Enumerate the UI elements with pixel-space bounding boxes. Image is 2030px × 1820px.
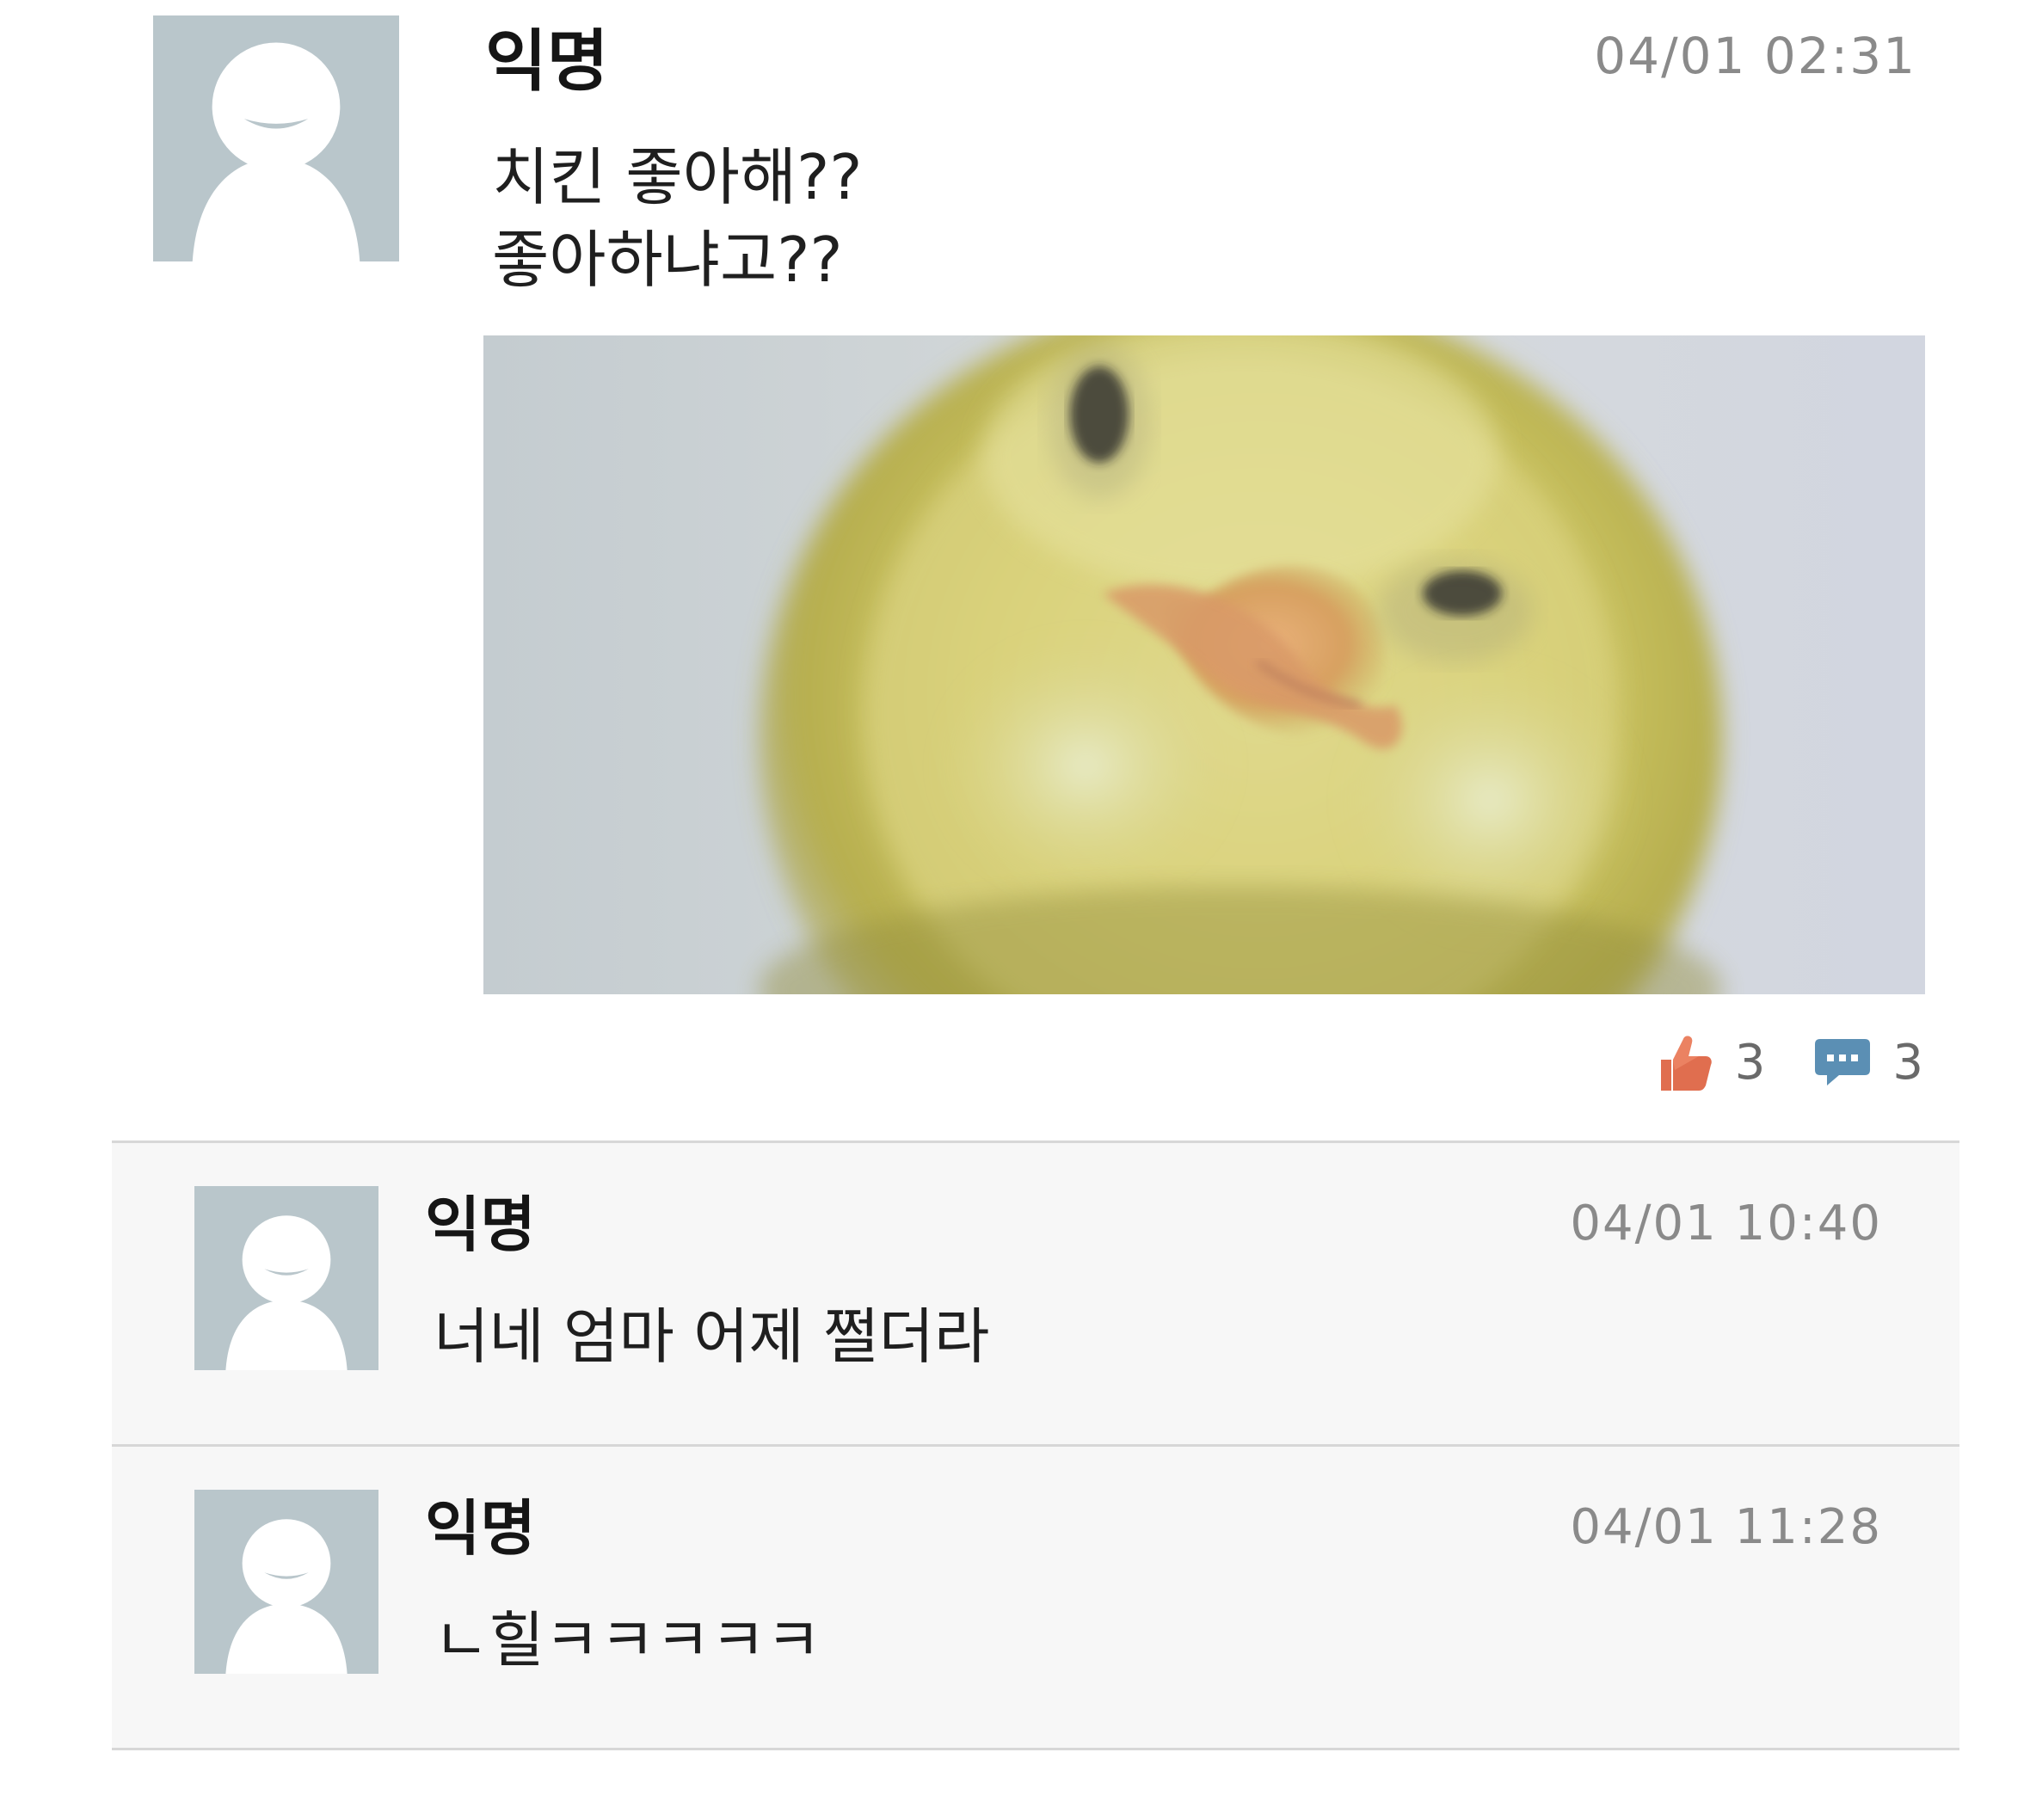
avatar-silhouette xyxy=(194,1490,378,1674)
speech-bubble-icon xyxy=(1815,1039,1871,1085)
comment-item: 익명 04/01 10:40 너네 엄마 어제 쩔더라 xyxy=(112,1143,1959,1444)
post-text-line: 치킨 좋아해?? xyxy=(492,141,863,213)
post-timestamp: 04/01 02:31 xyxy=(1594,27,1916,85)
default-avatar-icon[interactable] xyxy=(194,1490,378,1674)
comment-count: 3 xyxy=(1892,1035,1923,1091)
chick-image xyxy=(483,335,1925,994)
post-body: 치킨 좋아해?? 좋아하냐고?? xyxy=(492,136,863,301)
comment-author: 익명 xyxy=(425,1190,536,1260)
default-avatar-icon[interactable] xyxy=(153,15,399,261)
comment-item: 익명 04/01 11:28 ㄴ힐ㅋㅋㅋㅋㅋ xyxy=(112,1447,1959,1748)
thumbs-up-icon xyxy=(1660,1036,1712,1091)
avatar-silhouette xyxy=(153,15,399,261)
default-avatar-icon[interactable] xyxy=(194,1186,378,1370)
like-count: 3 xyxy=(1734,1035,1766,1091)
divider xyxy=(112,1748,1959,1750)
comment-author: 익명 xyxy=(425,1493,536,1564)
post-feed: 익명 04/01 02:31 치킨 좋아해?? 좋아하냐고?? 3 3 익명 0… xyxy=(0,0,2030,1820)
comment-text: 너네 엄마 어제 쩔더라 xyxy=(434,1301,990,1372)
post: 익명 04/01 02:31 치킨 좋아해?? 좋아하냐고?? 3 3 xyxy=(0,0,2030,1142)
comment-timestamp: 04/01 10:40 xyxy=(1570,1196,1882,1251)
post-text-line: 좋아하냐고?? xyxy=(492,224,843,296)
comment-timestamp: 04/01 11:28 xyxy=(1570,1499,1882,1555)
avatar-silhouette xyxy=(194,1186,378,1370)
comment-button[interactable]: 3 xyxy=(1808,1029,1923,1098)
post-stats: 3 3 xyxy=(1651,1029,1923,1098)
post-author: 익명 xyxy=(485,23,609,101)
chick-closeup-photo[interactable] xyxy=(483,335,1925,994)
like-button[interactable]: 3 xyxy=(1651,1029,1766,1098)
comment-text: ㄴ힐ㅋㅋㅋㅋㅋ xyxy=(434,1605,821,1676)
